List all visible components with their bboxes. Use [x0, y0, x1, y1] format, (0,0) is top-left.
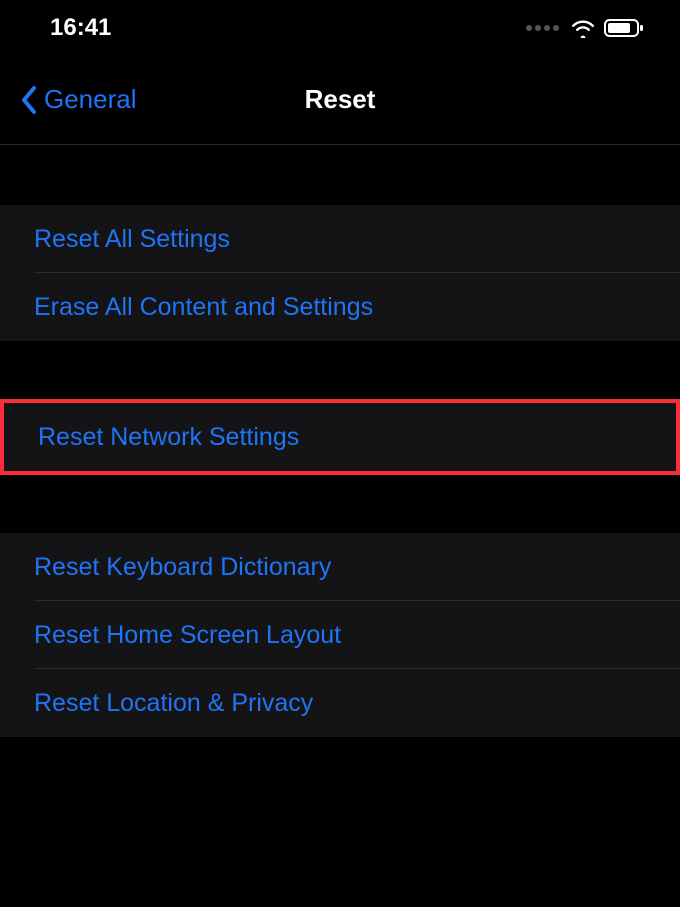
row-label: Reset Network Settings — [38, 423, 299, 452]
settings-group: Reset Keyboard Dictionary Reset Home Scr… — [0, 533, 680, 737]
row-label: Reset Location & Privacy — [34, 689, 313, 718]
reset-all-settings-row[interactable]: Reset All Settings — [0, 205, 680, 273]
erase-all-content-row[interactable]: Erase All Content and Settings — [0, 273, 680, 341]
status-icons — [526, 18, 644, 38]
section-spacer — [0, 145, 680, 205]
section-spacer — [0, 475, 680, 533]
reset-network-settings-row[interactable]: Reset Network Settings — [4, 403, 676, 471]
battery-icon — [604, 18, 644, 38]
status-bar: 16:41 — [0, 0, 680, 55]
row-label: Reset Home Screen Layout — [34, 621, 341, 650]
back-button[interactable]: General — [0, 84, 137, 115]
row-label: Erase All Content and Settings — [34, 293, 373, 322]
page-title: Reset — [305, 84, 376, 115]
wifi-icon — [570, 18, 596, 38]
reset-home-screen-layout-row[interactable]: Reset Home Screen Layout — [0, 601, 680, 669]
navigation-bar: General Reset — [0, 55, 680, 145]
status-time: 16:41 — [50, 14, 111, 42]
chevron-left-icon — [20, 85, 38, 115]
back-label: General — [44, 84, 137, 115]
reset-keyboard-dictionary-row[interactable]: Reset Keyboard Dictionary — [0, 533, 680, 601]
row-label: Reset Keyboard Dictionary — [34, 553, 331, 582]
reset-location-privacy-row[interactable]: Reset Location & Privacy — [0, 669, 680, 737]
row-label: Reset All Settings — [34, 225, 230, 254]
settings-group: Reset All Settings Erase All Content and… — [0, 205, 680, 341]
settings-group-highlighted: Reset Network Settings — [0, 399, 680, 475]
cellular-signal-icon — [526, 25, 559, 31]
section-spacer — [0, 341, 680, 399]
